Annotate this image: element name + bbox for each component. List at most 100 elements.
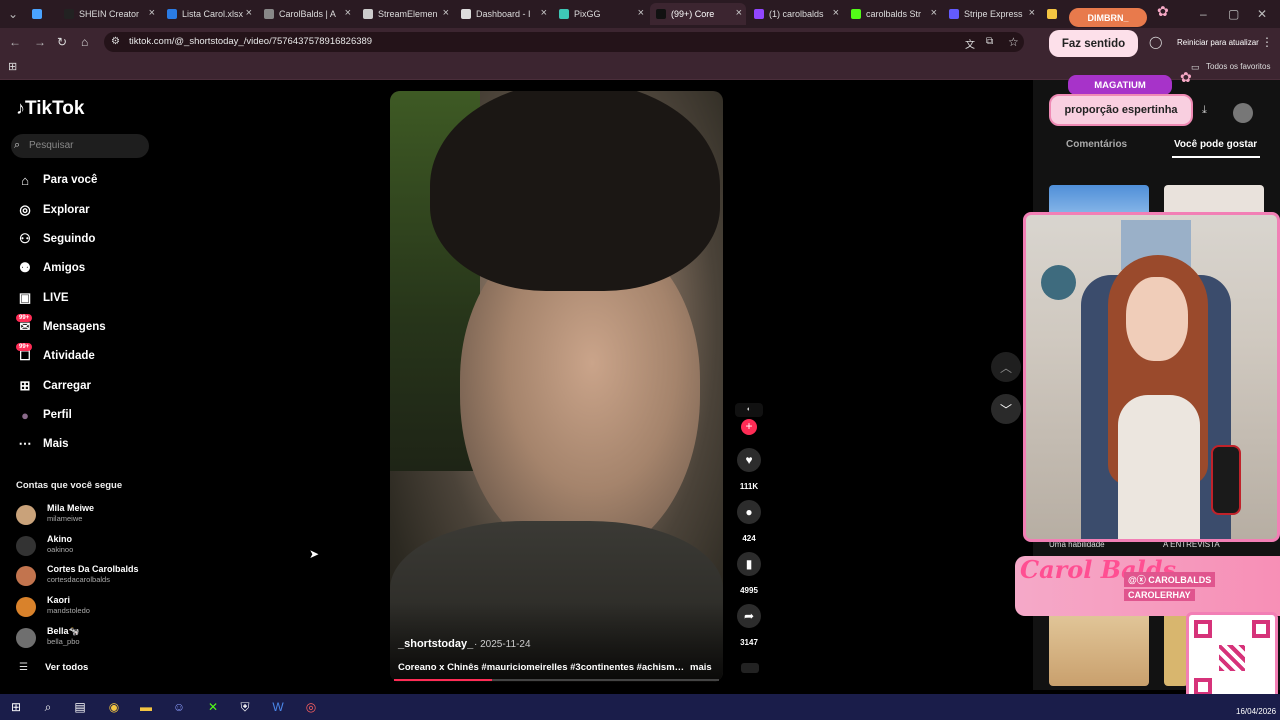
- followed-account[interactable]: Mila Meiwe milameiwe: [16, 503, 146, 529]
- comment-button[interactable]: ●: [737, 500, 761, 524]
- followed-account[interactable]: Bella🐄 bella_pbo: [16, 626, 146, 652]
- share-button[interactable]: ➦: [737, 604, 761, 628]
- followed-account[interactable]: Akino oakinoo: [16, 534, 146, 560]
- browser-tab[interactable]: Dashboard - I ×: [455, 3, 551, 25]
- browser-tab[interactable]: PixGG ×: [553, 3, 648, 25]
- obs-icon[interactable]: ◎: [303, 699, 319, 715]
- home-icon[interactable]: ⌂: [81, 35, 88, 49]
- tab-close-icon[interactable]: ×: [638, 7, 644, 19]
- account-name: Akino: [47, 534, 73, 544]
- prev-video-button[interactable]: ︿: [991, 352, 1021, 382]
- tab-close-icon[interactable]: ×: [1029, 7, 1035, 19]
- reload-icon[interactable]: ↻: [57, 35, 67, 49]
- browser-tab[interactable]: ca: [1041, 3, 1060, 25]
- tab-close-icon[interactable]: ×: [931, 7, 937, 19]
- back-icon[interactable]: ←: [9, 35, 21, 49]
- shield-icon[interactable]: ⛨: [237, 699, 253, 715]
- browser-tab[interactable]: Stripe Express ×: [943, 3, 1039, 25]
- follow-button[interactable]: +: [741, 419, 757, 435]
- see-all-link[interactable]: Ver todos: [45, 662, 88, 673]
- browser-tab[interactable]: Lista Carol.xlsx ×: [161, 3, 256, 25]
- maximize-icon[interactable]: ▢: [1228, 7, 1239, 21]
- discord-icon[interactable]: ☺: [171, 699, 187, 715]
- task-view-icon[interactable]: ▤: [72, 699, 88, 715]
- avatar: [16, 566, 36, 586]
- video-author[interactable]: _shortstoday_: [398, 638, 473, 650]
- video-player[interactable]: [390, 91, 723, 682]
- file-explorer-icon[interactable]: ▬: [138, 699, 154, 715]
- save-button[interactable]: ▮: [737, 552, 761, 576]
- account-handle: milameiwe: [47, 514, 83, 523]
- recommended-thumbnail[interactable]: [1164, 612, 1188, 686]
- tab-close-icon[interactable]: ×: [736, 7, 742, 19]
- more-icon: ⋯: [18, 436, 32, 451]
- creator-avatar[interactable]: ◐: [735, 403, 763, 417]
- tab-search-icon[interactable]: ⌄: [8, 7, 18, 21]
- tiktok-logo[interactable]: ♪TikTok: [16, 98, 84, 120]
- sidebar-item-para-voc-[interactable]: ⌂ Para você: [16, 169, 97, 191]
- url-text[interactable]: tiktok.com/@_shortstoday_/video/75764375…: [129, 36, 372, 47]
- video-progress-bar[interactable]: [394, 679, 719, 681]
- xbox-icon[interactable]: ✕: [205, 699, 221, 715]
- followed-account[interactable]: Cortes Da Carolbalds cortesdacarolbalds: [16, 564, 146, 590]
- minimize-icon[interactable]: –: [1200, 7, 1207, 21]
- account-handle: oakinoo: [47, 545, 74, 554]
- sidebar-item-explorar[interactable]: ◎ Explorar: [16, 199, 89, 221]
- star-icon[interactable]: ☆: [1008, 35, 1019, 49]
- menu-icon[interactable]: ⋮: [1261, 35, 1273, 49]
- sidebar-item-live[interactable]: ▣ LIVE: [16, 287, 69, 309]
- account-name: Mila Meiwe: [47, 503, 95, 513]
- tab-close-icon[interactable]: ×: [246, 7, 252, 19]
- all-bookmarks-link[interactable]: Todos os favoritos: [1206, 62, 1270, 71]
- followed-account[interactable]: Kaori mandstoledo: [16, 595, 146, 621]
- close-window-icon[interactable]: ✕: [1257, 7, 1267, 21]
- tab-favicon-icon: [167, 9, 177, 19]
- word-icon[interactable]: W: [270, 699, 286, 715]
- site-info-icon[interactable]: ⚙: [111, 36, 120, 47]
- download-icon[interactable]: ⤓: [1202, 104, 1207, 117]
- sidebar-item-label: Mensagens: [43, 321, 106, 333]
- tab-recommended[interactable]: Você pode gostar: [1174, 139, 1257, 150]
- video-date: · 2025-11-24: [474, 639, 531, 650]
- flower-icon: ✿: [1157, 3, 1169, 19]
- sidebar-item-amigos[interactable]: ⚉ Amigos: [16, 257, 85, 279]
- browser-tab[interactable]: SHEIN Creator ×: [58, 3, 159, 25]
- apps-icon[interactable]: ⊞: [8, 60, 17, 73]
- windows-start-icon[interactable]: ⊞: [8, 699, 24, 715]
- tab-close-icon[interactable]: ×: [149, 7, 155, 19]
- tab-close-icon[interactable]: ×: [443, 7, 449, 19]
- account-name: Bella🐄: [47, 626, 80, 636]
- taskbar-search-icon[interactable]: ⌕: [40, 699, 56, 715]
- sidebar-item-carregar[interactable]: ⊞ Carregar: [16, 375, 91, 397]
- browser-tab[interactable]: StreamElemen ×: [357, 3, 453, 25]
- music-disc-icon[interactable]: [741, 663, 759, 673]
- recommended-thumbnail[interactable]: [1049, 612, 1149, 686]
- profile-icon[interactable]: ◯: [1149, 35, 1162, 49]
- restart-button[interactable]: Reiniciar para atualizar: [1177, 38, 1259, 47]
- tab-label: Stripe Express: [964, 9, 1023, 19]
- tab-close-icon[interactable]: ×: [833, 7, 839, 19]
- tab-label: CarolBalds | A: [279, 9, 336, 19]
- translate-icon[interactable]: 文: [965, 36, 975, 51]
- browser-tab[interactable]: (1) carolbalds ×: [748, 3, 843, 25]
- chrome-icon[interactable]: ◉: [106, 699, 122, 715]
- browser-tab[interactable]: CarolBalds | A ×: [258, 3, 355, 25]
- taskbar-date: 16/04/2026: [1236, 707, 1277, 716]
- sidebar-item-perfil[interactable]: ● Perfil: [16, 404, 72, 426]
- next-video-button[interactable]: ﹀: [991, 394, 1021, 424]
- like-button[interactable]: ♥: [737, 448, 761, 472]
- install-icon[interactable]: ⧉: [986, 36, 993, 47]
- video-progress-fill: [394, 679, 492, 681]
- browser-tab[interactable]: [26, 3, 56, 25]
- sidebar-item-seguindo[interactable]: ⚇ Seguindo: [16, 228, 95, 250]
- caption-more-button[interactable]: mais: [690, 662, 712, 673]
- tab-comments[interactable]: Comentários: [1066, 139, 1127, 150]
- browser-tab[interactable]: (99+) Core ×: [650, 3, 746, 25]
- tab-close-icon[interactable]: ×: [345, 7, 351, 19]
- streamer-face: [1126, 277, 1188, 361]
- tab-close-icon[interactable]: ×: [541, 7, 547, 19]
- browser-tab[interactable]: carolbalds Str ×: [845, 3, 941, 25]
- sidebar-item-mais[interactable]: ⋯ Mais: [16, 433, 69, 455]
- forward-icon[interactable]: →: [34, 35, 46, 49]
- user-avatar[interactable]: [1233, 103, 1253, 123]
